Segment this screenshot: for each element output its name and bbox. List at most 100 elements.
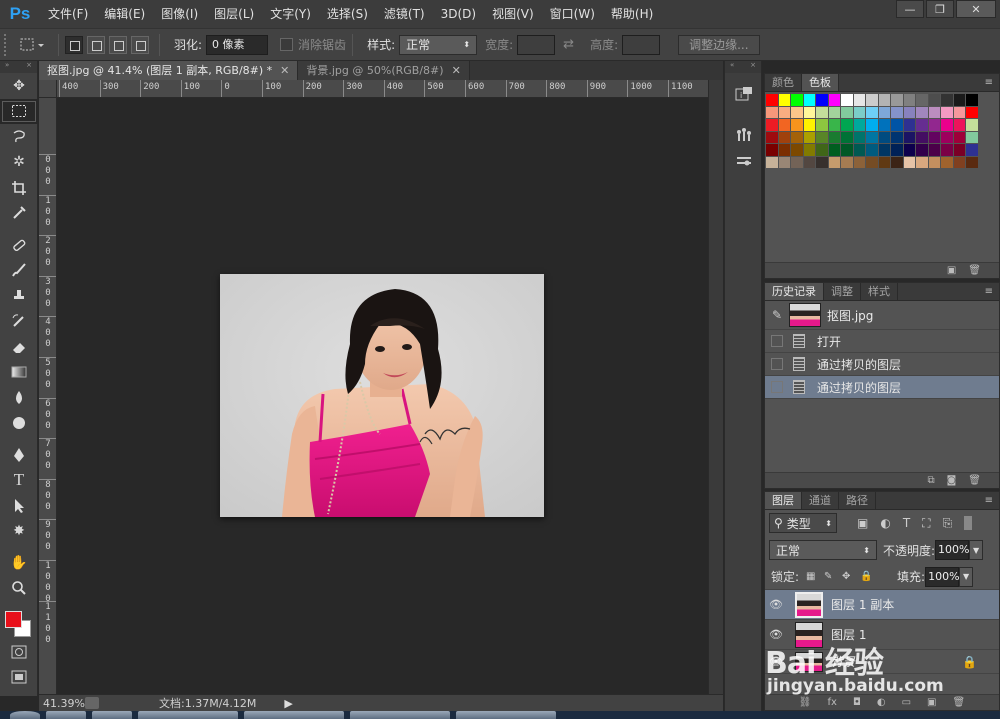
color-swatch[interactable] [878,156,890,168]
color-swatch[interactable] [941,119,953,131]
type-tool-icon[interactable]: T [0,468,38,494]
menu-type[interactable]: 文字(Y) [262,0,319,28]
color-swatch[interactable] [841,119,853,131]
brush-tool-icon[interactable] [0,258,38,284]
menu-help[interactable]: 帮助(H) [603,0,661,28]
blend-mode-select[interactable]: 正常 ⬍ [769,540,877,560]
color-swatch[interactable] [853,119,865,131]
info-panel-icon[interactable]: i [725,81,763,107]
color-swatch[interactable] [903,144,915,156]
color-swatch[interactable] [891,156,903,168]
color-swatch[interactable] [791,131,803,143]
add-selection-icon[interactable] [87,35,105,54]
color-swatch[interactable] [816,131,828,143]
color-swatch[interactable] [816,94,828,106]
color-swatch[interactable] [928,106,940,118]
color-swatch[interactable] [953,119,965,131]
history-step-selected[interactable]: 通过拷贝的图层 [765,376,999,399]
color-swatch[interactable] [828,119,840,131]
color-swatch[interactable] [953,156,965,168]
fill-input[interactable]: 100% [925,566,960,587]
color-swatch[interactable] [866,156,878,168]
history-brush-source-icon[interactable]: ✎ [765,308,789,322]
collapse-icon[interactable]: » [5,61,9,73]
delete-layer-icon[interactable]: 🗑 [953,697,966,708]
hand-tool-icon[interactable]: ✋ [0,550,38,576]
eraser-tool-icon[interactable] [0,334,38,360]
color-swatch[interactable] [916,119,928,131]
tab-close-icon[interactable]: ✕ [280,61,289,80]
color-swatch[interactable] [778,119,790,131]
layer-row[interactable]: 👁 图层 1 副本 [765,590,999,620]
color-swatch[interactable] [791,94,803,106]
crop-tool-icon[interactable] [0,175,38,201]
swap-icon[interactable]: ⇄ [563,37,574,52]
lock-position-icon[interactable]: ✥ [842,571,853,582]
color-swatch[interactable] [878,94,890,106]
color-swatch[interactable] [866,144,878,156]
color-swatch[interactable] [916,144,928,156]
taskbar-button[interactable] [244,711,344,719]
vertical-scrollbar[interactable] [708,80,723,694]
taskbar-button[interactable] [46,711,86,719]
tab-close-icon[interactable]: ✕ [452,61,461,80]
layer-style-icon[interactable]: fx [827,697,836,708]
width-input[interactable] [517,34,556,55]
color-swatch[interactable] [841,156,853,168]
color-swatch[interactable] [953,94,965,106]
height-input[interactable] [622,34,661,55]
history-brush-checkbox[interactable] [771,358,783,370]
color-swatch[interactable] [891,106,903,118]
color-swatch[interactable] [916,94,928,106]
link-layers-icon[interactable]: ⛓ [799,697,812,708]
color-swatch[interactable] [766,156,778,168]
color-swatch[interactable] [766,131,778,143]
color-swatch[interactable] [966,156,978,168]
color-swatch[interactable] [778,94,790,106]
tab-channels[interactable]: 通道 [802,492,839,509]
color-swatch[interactable] [803,156,815,168]
color-swatch[interactable] [803,144,815,156]
color-swatch[interactable] [816,144,828,156]
tab-beijing[interactable]: 背景.jpg @ 50%(RGB/8#) ✕ [298,61,470,80]
add-mask-icon[interactable]: ◘ [853,697,861,708]
color-swatch[interactable] [766,119,778,131]
vertical-ruler[interactable]: 0 0 0 1 0 0 2 0 0 3 0 0 4 0 0 5 0 0 6 0 0 7 0 0… [39,98,57,694]
taskbar-button[interactable] [138,711,238,719]
path-selection-tool-icon[interactable] [0,493,38,519]
color-swatch[interactable] [928,144,940,156]
magic-wand-tool-icon[interactable]: ✲ [0,150,38,176]
style-select[interactable]: 正常 ⬍ [399,34,478,55]
color-swatch[interactable] [903,131,915,143]
tool-presets-icon[interactable] [725,147,763,173]
color-swatch[interactable] [928,156,940,168]
shape-filter-icon[interactable]: ⛶ [922,516,930,531]
color-swatch[interactable] [853,94,865,106]
visibility-eye-icon[interactable]: 👁 [765,628,787,641]
dock-close-icon[interactable]: × [750,61,756,73]
document-photo[interactable] [220,274,544,517]
color-swatch[interactable] [941,94,953,106]
menu-select[interactable]: 选择(S) [319,0,376,28]
color-swatch[interactable] [853,144,865,156]
color-swatch[interactable] [903,119,915,131]
lasso-tool-icon[interactable] [0,124,38,150]
menu-window[interactable]: 窗口(W) [542,0,603,28]
color-swatch[interactable] [841,94,853,106]
color-swatch[interactable] [891,144,903,156]
restore-button[interactable]: ❐ [926,0,954,18]
lock-pixels-icon[interactable]: ✎ [824,571,835,582]
color-swatch[interactable] [828,131,840,143]
color-swatch[interactable] [941,106,953,118]
canvas-area[interactable] [57,98,708,694]
color-swatch[interactable] [966,106,978,118]
new-group-icon[interactable]: ▭ [902,697,911,708]
color-swatch[interactable] [928,131,940,143]
tab-koutu[interactable]: 抠图.jpg @ 41.4% (图层 1 副本, RGB/8#) * ✕ [39,61,299,80]
color-swatch[interactable] [866,94,878,106]
lock-transparent-icon[interactable]: ▦ [806,571,817,582]
color-swatch[interactable] [916,156,928,168]
history-brush-checkbox[interactable] [771,381,783,393]
move-tool-icon[interactable]: ✥ [0,73,38,99]
lock-all-icon[interactable]: 🔒 [860,571,872,582]
